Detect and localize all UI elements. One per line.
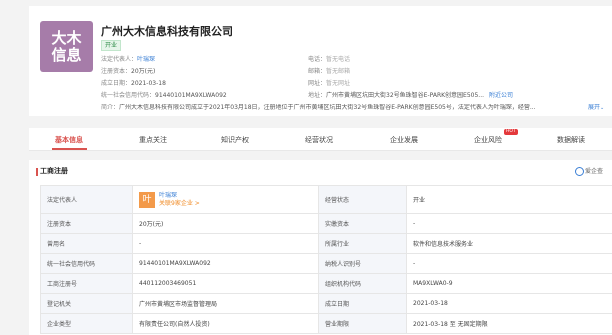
address-value: 广州市黄埔区坑田大街32号鱼珠智谷E-PARK创意园E505...	[326, 92, 485, 99]
table-value: MA9XLWA0-9	[406, 273, 612, 294]
table-row: 工商注册号 440112003469051 组织机构代码 MA9XLWA0-9	[40, 273, 612, 294]
section-title: 工商注册	[40, 167, 68, 175]
table-key: 成立日期	[318, 293, 407, 314]
source-logo: 爱企查	[575, 166, 603, 176]
table-row: 法定代表人 叶 叶瑞琛 关联9家企业 > 经营状态 开业	[40, 185, 612, 214]
capital-value: 20万(元)	[131, 68, 156, 75]
legal-rep-line: 法定代表人：叶瑞琛	[101, 56, 155, 64]
table-value: 广州市黄埔区市场监督管理局	[132, 293, 319, 314]
founded-label: 成立日期：	[101, 80, 132, 87]
table-key: 实缴资本	[318, 213, 407, 234]
table-row: 统一社会信用代码 91440101MA9XLWA092 纳税人识别号 -	[40, 253, 612, 274]
table-key: 曾用名	[40, 233, 133, 254]
logo-text: 大木信息	[51, 28, 82, 64]
phone-value: 暂无电话	[326, 56, 351, 63]
website-line: 网址：暂无网址	[308, 80, 350, 88]
avatar: 叶	[139, 191, 155, 208]
table-key: 注册资本	[40, 213, 133, 234]
phone-line: 电话：暂无电话	[308, 56, 350, 64]
phone-label: 电话：	[308, 56, 327, 63]
table-key: 统一社会信用代码	[40, 253, 133, 274]
capital-line: 注册资本：20万(元)	[101, 68, 155, 76]
active-tab-underline	[52, 148, 87, 150]
capital-label: 注册资本：	[101, 68, 132, 75]
table-value: 440112003469051	[132, 273, 319, 294]
founded-line: 成立日期：2021-03-18	[101, 80, 166, 88]
legal-rep-label: 法定代表人：	[101, 56, 138, 63]
expand-label: 展开	[588, 104, 601, 111]
intro-line: 简介：广州大木信息科技有限公司成立于2021年03月18日，注册地位于广州市黄埔…	[101, 104, 606, 112]
tab-bar: 基本信息 重点关注 知识产权 经营状况 企业发展 企业风险 HOT 数据解读	[29, 128, 612, 151]
table-key: 工商注册号	[40, 273, 133, 294]
table-value: -	[132, 233, 319, 254]
nearby-companies-link[interactable]: 附近公司	[489, 92, 513, 99]
table-key: 法定代表人	[40, 185, 133, 214]
tab-risk-label: 企业风险	[474, 136, 502, 144]
address-line: 地址：广州市黄埔区坑田大街32号鱼珠智谷E-PARK创意园E505... 附近公…	[308, 92, 513, 100]
table-value: 91440101MA9XLWA092	[132, 253, 319, 274]
table-value: -	[406, 213, 612, 234]
table-key: 组织机构代码	[318, 273, 407, 294]
table-key: 经营状态	[318, 185, 407, 214]
website-value: 暂无网址	[326, 80, 351, 87]
legal-rep-link[interactable]: 叶瑞琛	[137, 56, 155, 63]
chevron-down-icon: ⌄	[600, 105, 605, 111]
tab-data-insight[interactable]: 数据解读	[557, 135, 585, 145]
table-row: 企业类型 有限责任公司(自然人投资) 营业期限 2021-03-18 至 无固定…	[40, 313, 612, 334]
tab-risk[interactable]: 企业风险 HOT	[474, 129, 518, 145]
credit-value: 91440101MA9XLWA092	[155, 92, 227, 99]
company-logo: 大木信息	[40, 21, 93, 72]
tab-operations[interactable]: 经营状况	[305, 135, 333, 145]
registration-table: 法定代表人 叶 叶瑞琛 关联9家企业 > 经营状态 开业 注册资本 20万(元)…	[40, 185, 612, 334]
tab-basic-info[interactable]: 基本信息	[55, 135, 83, 145]
table-value: 2021-03-18 至 无固定期限	[406, 313, 612, 334]
founded-value: 2021-03-18	[131, 80, 166, 87]
table-key: 营业期限	[318, 313, 407, 334]
related-companies-link[interactable]: 关联9家企业 >	[159, 200, 200, 208]
table-value: 2021-03-18	[406, 293, 612, 314]
intro-label: 简介：	[101, 104, 120, 111]
email-line: 邮箱：暂无邮箱	[308, 68, 350, 76]
table-value: 开业	[406, 185, 612, 214]
tab-development[interactable]: 企业发展	[390, 135, 418, 145]
table-value: 20万(元)	[132, 213, 319, 234]
tab-key-focus[interactable]: 重点关注	[139, 135, 167, 145]
table-row: 曾用名 - 所属行业 软件和信息技术服务业	[40, 233, 612, 254]
table-row: 注册资本 20万(元) 实缴资本 -	[40, 213, 612, 234]
status-badge: 开业	[101, 40, 122, 51]
table-key: 企业类型	[40, 313, 133, 334]
tab-ip[interactable]: 知识产权	[221, 135, 249, 145]
table-key: 登记机关	[40, 293, 133, 314]
credit-line: 统一社会信用代码：91440101MA9XLWA092	[101, 92, 227, 100]
address-label: 地址：	[308, 92, 327, 99]
email-label: 邮箱：	[308, 68, 327, 75]
table-key: 纳税人识别号	[318, 253, 407, 274]
legal-rep-cell: 叶 叶瑞琛 关联9家企业 >	[132, 185, 319, 214]
table-value: 软件和信息技术服务业	[406, 233, 612, 254]
table-value: -	[406, 253, 612, 274]
credit-label: 统一社会信用代码：	[101, 92, 156, 99]
expand-link[interactable]: 展开⌄	[586, 104, 605, 112]
table-key: 所属行业	[318, 233, 407, 254]
table-row: 登记机关 广州市黄埔区市场监督管理局 成立日期 2021-03-18	[40, 293, 612, 314]
source-icon	[575, 167, 584, 176]
intro-text: 广州大木信息科技有限公司成立于2021年03月18日，注册地位于广州市黄埔区坑田…	[119, 104, 536, 111]
email-value: 暂无邮箱	[326, 68, 351, 75]
hot-badge: HOT	[504, 129, 518, 135]
section-accent-bar	[36, 168, 38, 176]
table-value: 有限责任公司(自然人投资)	[132, 313, 319, 334]
legal-rep-name-link[interactable]: 叶瑞琛	[159, 192, 200, 200]
company-name: 广州大木信息科技有限公司	[101, 25, 233, 38]
website-label: 网址：	[308, 80, 327, 87]
source-label: 爱企查	[585, 168, 604, 175]
